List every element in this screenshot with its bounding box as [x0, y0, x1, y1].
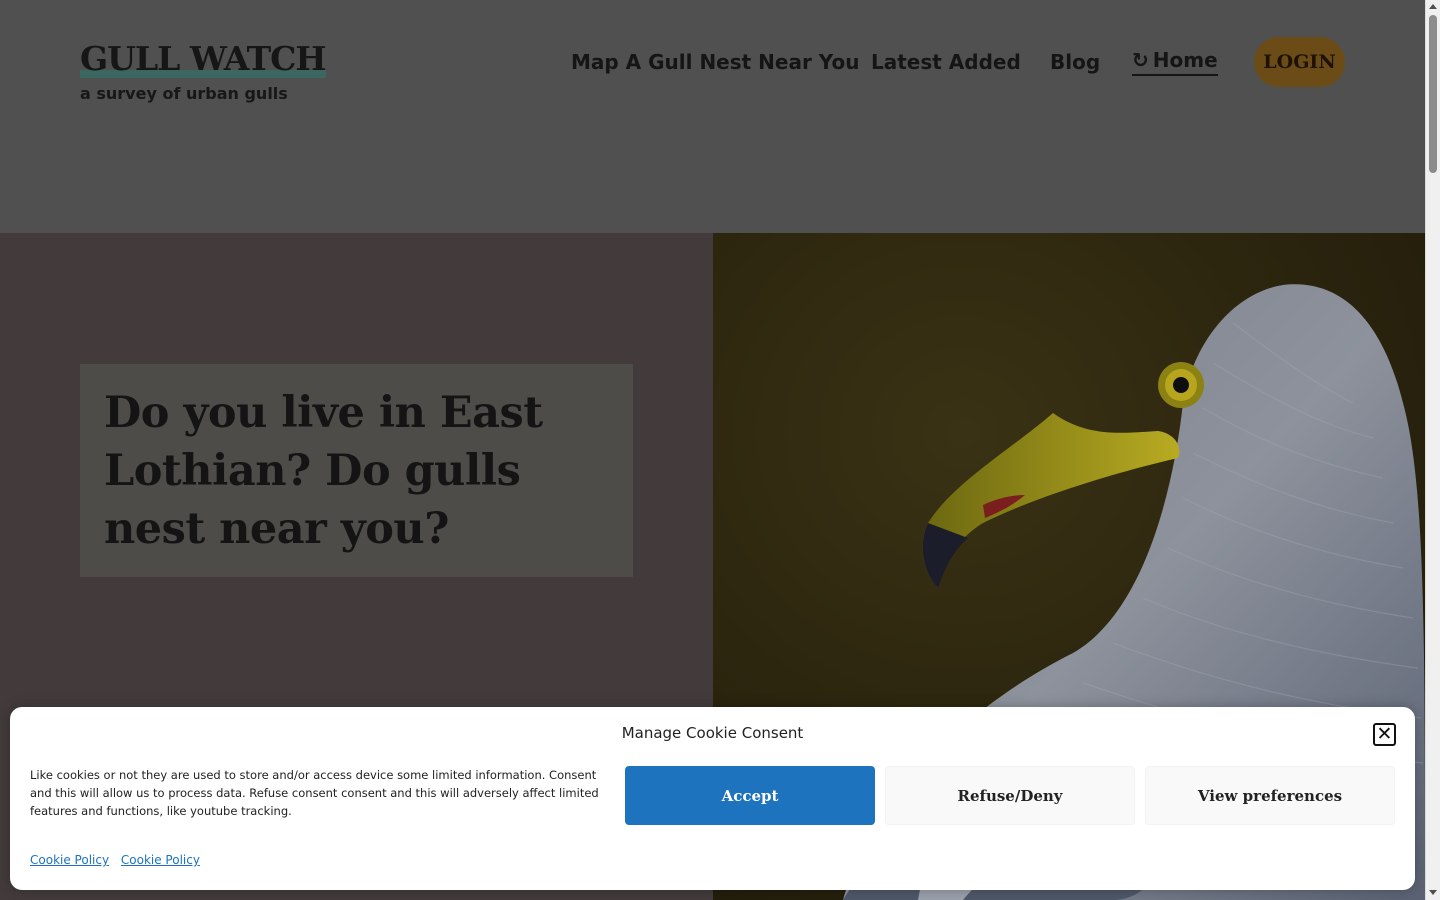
nav-latest-added[interactable]: Latest Added: [871, 47, 1021, 77]
refuse-button[interactable]: Refuse/Deny: [885, 766, 1135, 825]
nav-home[interactable]: ↻ Home: [1132, 47, 1218, 76]
cookie-policy-link-2[interactable]: Cookie Policy: [121, 853, 200, 867]
cookie-links: Cookie Policy Cookie Policy: [30, 853, 208, 867]
page-scrollbar[interactable]: [1425, 0, 1440, 900]
nav-map-gull-nest[interactable]: Map A Gull Nest Near You: [571, 47, 859, 77]
nav-blog[interactable]: Blog: [1050, 47, 1100, 77]
cookie-policy-link[interactable]: Cookie Policy: [30, 853, 109, 867]
site-tagline: a survey of urban gulls: [80, 84, 288, 103]
hero-card: Do you live in East Lothian? Do gulls ne…: [80, 364, 633, 577]
refresh-icon: ↻: [1132, 48, 1149, 72]
cookie-consent-banner: Manage Cookie Consent ✕ Like cookies or …: [10, 707, 1415, 890]
login-button[interactable]: LOGIN: [1254, 37, 1345, 87]
site-title[interactable]: GULL WATCH: [80, 40, 327, 78]
close-icon[interactable]: ✕: [1373, 723, 1396, 746]
nav-home-label: Home: [1152, 48, 1218, 72]
view-preferences-button[interactable]: View preferences: [1145, 766, 1395, 825]
scroll-down-arrow-icon[interactable]: [1429, 890, 1437, 895]
scroll-thumb[interactable]: [1429, 15, 1437, 173]
gull-pupil: [1173, 377, 1189, 393]
site-header: GULL WATCH a survey of urban gulls Map A…: [0, 0, 1425, 233]
accept-button[interactable]: Accept: [625, 766, 875, 825]
cookie-banner-title: Manage Cookie Consent: [621, 724, 804, 742]
cookie-banner-text: Like cookies or not they are used to sto…: [30, 768, 599, 818]
hero-heading: Do you live in East Lothian? Do gulls ne…: [104, 388, 543, 554]
scroll-up-arrow-icon[interactable]: [1429, 4, 1437, 9]
